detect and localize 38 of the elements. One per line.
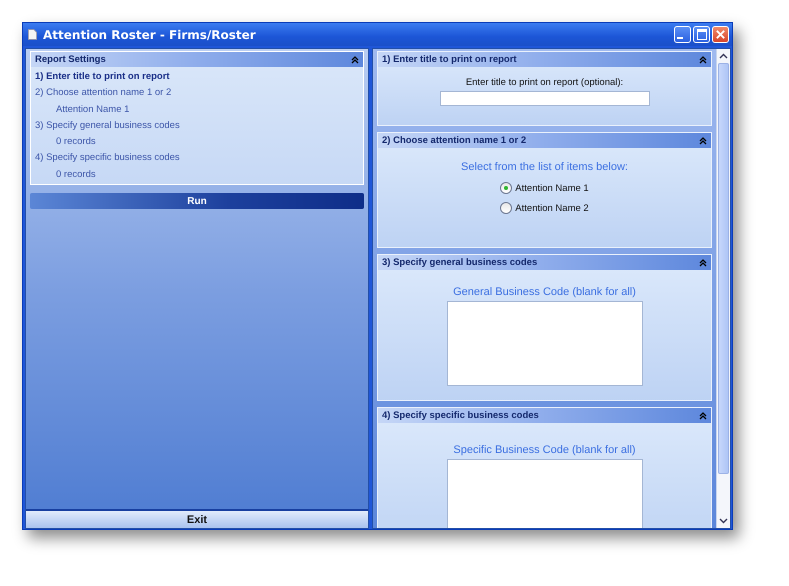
field-label: Enter title to print on report (optional): [466, 77, 624, 88]
title-input-field[interactable] [440, 91, 650, 106]
list-label: Specific Business Code (blank for all) [453, 444, 636, 456]
step-link[interactable]: 1) Enter title to print on report [35, 69, 359, 86]
scroll-down-icon[interactable] [719, 518, 728, 524]
close-button[interactable] [712, 26, 729, 43]
panel-title: Report Settings [35, 54, 107, 65]
instruction-text: Select from the list of items below: [461, 161, 628, 173]
section-title: 4) Specify specific business codes [382, 410, 540, 421]
step-link[interactable]: 3) Specify general business codes [35, 118, 359, 134]
section-title: 3) Specify general business codes [382, 257, 538, 268]
radio-button[interactable] [500, 202, 512, 214]
section-title: 2) Choose attention name 1 or 2 [382, 135, 528, 146]
window-title: Attention Roster - Firms/Roster [43, 28, 257, 42]
vertical-scrollbar[interactable] [716, 49, 730, 528]
collapse-icon[interactable] [699, 412, 707, 420]
collapse-icon[interactable] [699, 56, 707, 64]
collapse-icon[interactable] [699, 258, 707, 266]
close-icon[interactable] [715, 29, 726, 40]
step-value: 0 records [55, 135, 97, 150]
minimize-button[interactable] [674, 26, 691, 43]
maximize-button[interactable] [693, 26, 710, 43]
run-button[interactable]: Run [30, 193, 364, 210]
radio-label[interactable]: Attention Name 1 [515, 182, 589, 194]
step-link[interactable]: 4) Specify specific business codes [35, 150, 359, 167]
step-value: Attention Name 1 [55, 102, 130, 117]
collapse-icon[interactable] [699, 136, 707, 144]
radio-button[interactable] [500, 182, 512, 194]
scroll-up-icon[interactable] [719, 53, 728, 59]
scroll-thumb[interactable] [718, 63, 729, 474]
document-icon [28, 29, 37, 40]
step-link[interactable]: 2) Choose attention name 1 or 2 [35, 85, 359, 102]
radio-label[interactable]: Attention Name 2 [515, 202, 589, 214]
collapse-icon[interactable] [351, 56, 359, 64]
step-value: 0 records [55, 168, 97, 182]
exit-button[interactable]: Exit [26, 509, 368, 528]
list-label: General Business Code (blank for all) [453, 286, 636, 298]
section-title: 1) Enter title to print on report [382, 54, 518, 65]
